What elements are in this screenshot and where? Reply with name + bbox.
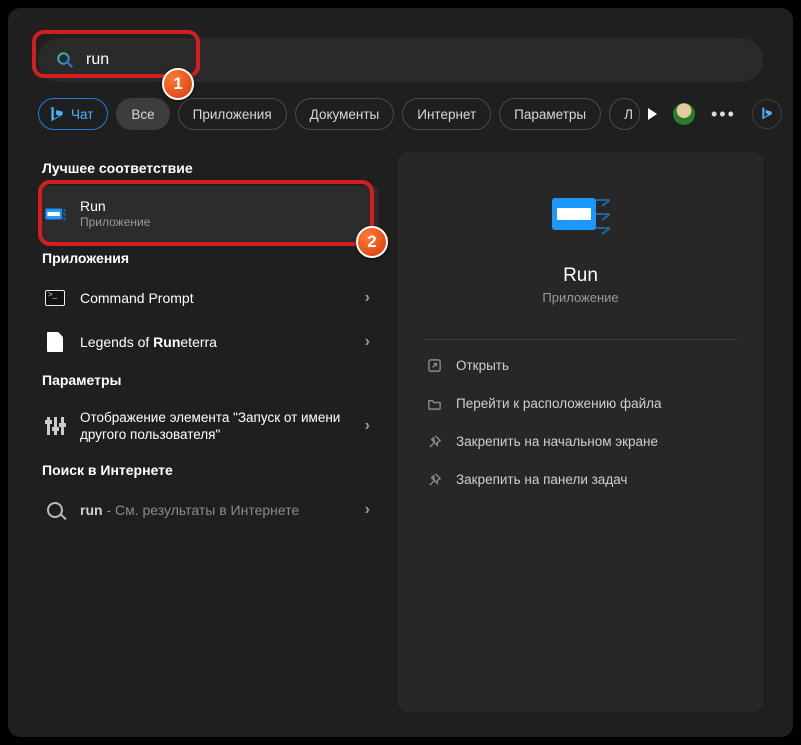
result-legends-runeterra[interactable]: Legends of Runeterra › <box>38 320 378 364</box>
search-input[interactable] <box>86 51 745 69</box>
results-column: Лучшее соответствие Run Приложение Прило… <box>38 152 378 712</box>
cmd-icon <box>44 287 66 309</box>
result-subtitle: Приложение <box>80 215 370 230</box>
action-pin-taskbar[interactable]: Закрепить на панели задач <box>424 460 737 498</box>
action-label: Перейти к расположению файла <box>456 396 662 411</box>
result-title: Command Prompt <box>80 290 365 307</box>
result-best-match[interactable]: Run Приложение <box>38 186 378 242</box>
bing-chat-icon <box>49 106 65 122</box>
more-icon[interactable]: ••• <box>711 104 736 125</box>
run-app-icon <box>44 203 66 225</box>
search-icon <box>56 51 74 69</box>
preview-subtitle: Приложение <box>542 290 618 305</box>
preview-panel: Run Приложение Открыть Перейти к располо… <box>398 152 763 712</box>
filter-docs[interactable]: Документы <box>295 98 395 130</box>
chevron-right-icon: › <box>365 333 370 351</box>
filter-all[interactable]: Все <box>116 98 169 130</box>
annotation-badge-1: 1 <box>162 68 194 100</box>
result-web-search[interactable]: run - См. результаты в Интернете › <box>38 488 378 532</box>
chevron-right-icon: › <box>365 417 370 435</box>
folder-icon <box>426 395 442 411</box>
result-title: Отображение элемента "Запуск от имени др… <box>80 409 365 443</box>
open-icon <box>426 357 442 373</box>
play-icon[interactable] <box>648 108 657 120</box>
chevron-right-icon: › <box>365 501 370 519</box>
filter-more-cut[interactable]: Л <box>609 98 640 130</box>
result-title: Run <box>80 198 370 215</box>
bing-button[interactable] <box>752 99 782 129</box>
section-best-match: Лучшее соответствие <box>42 160 374 176</box>
action-open[interactable]: Открыть <box>424 346 737 384</box>
action-label: Закрепить на начальном экране <box>456 434 658 449</box>
filter-web[interactable]: Интернет <box>402 98 491 130</box>
pin-icon <box>426 433 442 449</box>
sliders-icon <box>44 415 66 437</box>
search-box[interactable] <box>38 38 763 82</box>
section-apps: Приложения <box>42 250 374 266</box>
filter-chat[interactable]: Чат <box>38 98 108 130</box>
filter-chat-label: Чат <box>71 107 93 122</box>
preview-app-icon <box>552 194 610 247</box>
user-avatar[interactable] <box>673 103 695 125</box>
pin-icon <box>426 471 442 487</box>
action-pin-start[interactable]: Закрепить на начальном экране <box>424 422 737 460</box>
bing-icon <box>759 106 775 122</box>
filter-settings[interactable]: Параметры <box>499 98 601 130</box>
filter-row: Чат Все Приложения Документы Интернет Па… <box>38 96 763 132</box>
chevron-right-icon: › <box>365 289 370 307</box>
result-command-prompt[interactable]: Command Prompt › <box>38 276 378 320</box>
preview-title: Run <box>563 265 598 287</box>
filter-apps[interactable]: Приложения <box>178 98 287 130</box>
section-settings: Параметры <box>42 372 374 388</box>
section-web: Поиск в Интернете <box>42 462 374 478</box>
action-file-location[interactable]: Перейти к расположению файла <box>424 384 737 422</box>
action-label: Открыть <box>456 358 509 373</box>
annotation-badge-2: 2 <box>356 226 388 258</box>
result-setting-runas[interactable]: Отображение элемента "Запуск от имени др… <box>38 398 378 454</box>
result-title: run - См. результаты в Интернете <box>80 502 365 518</box>
magnifier-icon <box>44 499 66 521</box>
action-label: Закрепить на панели задач <box>456 472 627 487</box>
document-icon <box>44 331 66 353</box>
divider <box>424 339 737 340</box>
result-title: Legends of Runeterra <box>80 334 365 351</box>
